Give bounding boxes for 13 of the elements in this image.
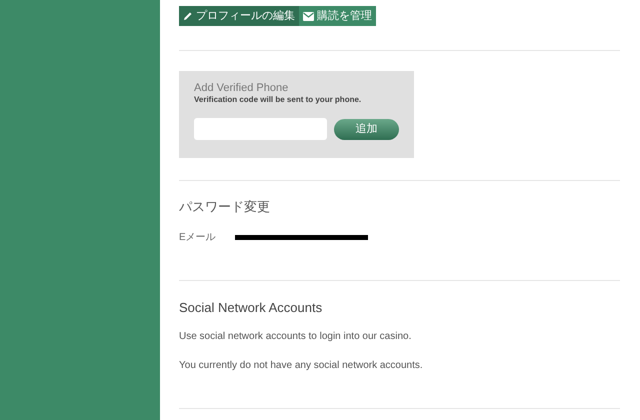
panel-title: Add Verified Phone <box>194 82 290 95</box>
add-button[interactable]: 追加 <box>334 118 399 140</box>
field-label: Eメール <box>179 231 217 245</box>
envelope-icon <box>303 12 314 20</box>
info-text: You currently do not have any social network accounts. <box>179 359 424 373</box>
profile-tab[interactable]: プロフィールの編集 <box>179 6 299 26</box>
panel-note: Verification code will be sent to your phone. <box>194 95 362 105</box>
section-title: パスワード変更 <box>179 198 271 216</box>
phone-field[interactable] <box>194 118 327 140</box>
pencil-icon <box>183 11 193 21</box>
info-text: Use social network accounts to login into our casino. <box>179 330 412 344</box>
section-title: Social Network Accounts <box>179 298 324 316</box>
profile-tab[interactable]: 購読を管理 <box>299 6 376 26</box>
